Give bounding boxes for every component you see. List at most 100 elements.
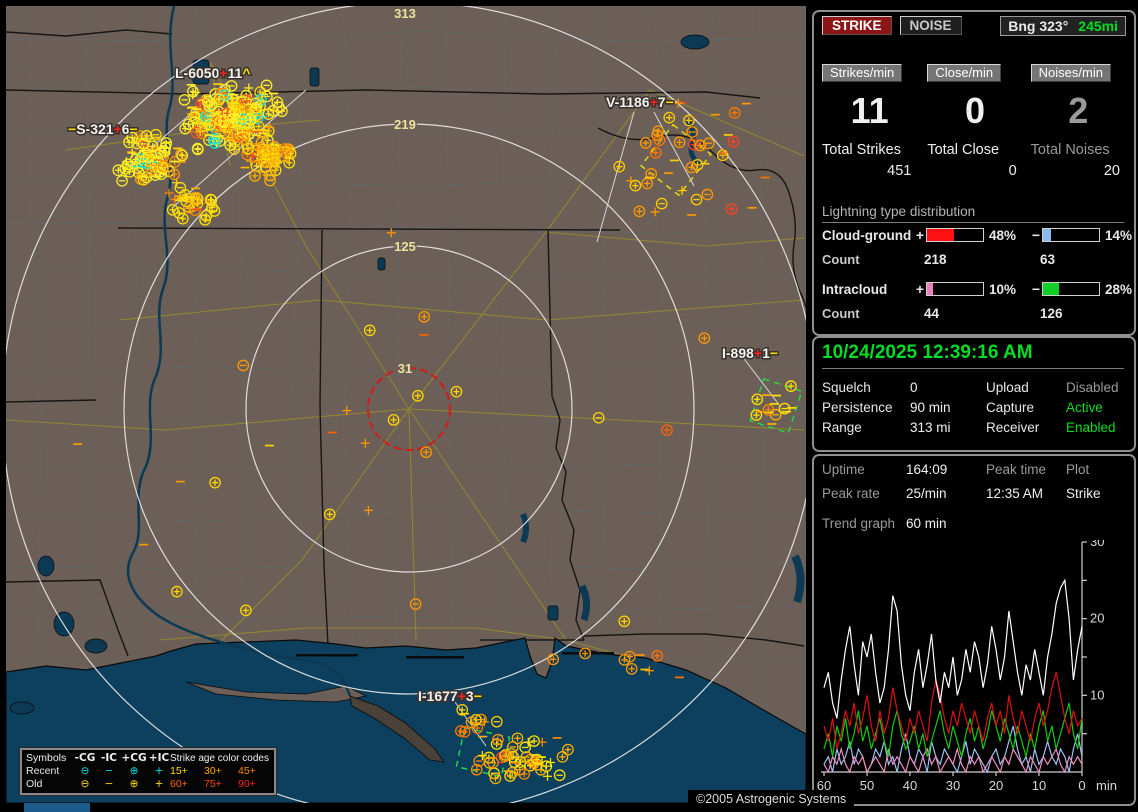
ic-neg-pct: 28% — [1105, 281, 1133, 297]
strike-stats-panel: STRIKE NOISE Bng 323° 245mi Strikes/min 11… — [812, 10, 1136, 336]
cg-pos-old-icon: ⊕ — [129, 778, 139, 790]
cloud-ground-row: Cloud-ground + 48% − 14% — [822, 227, 1132, 243]
total-strikes-value: 451 — [887, 163, 912, 179]
ic-pos-count: 44 — [924, 306, 940, 321]
bearing-readout: Bng 323° 245mi — [1000, 16, 1126, 36]
trend-graph: 60 50 40 30 20 10 0 min102030 — [817, 540, 1117, 793]
trend-graph-label: Trend graph — [822, 516, 896, 531]
legend-symbols-header: Symbols — [26, 752, 67, 764]
persistence-label: Persistence — [822, 400, 893, 415]
uptime-label: Uptime — [822, 462, 865, 477]
ic-neg-bar — [1042, 282, 1100, 296]
range-value: 313 mi — [910, 420, 951, 435]
bearing-label: Bng 323° — [1008, 18, 1069, 34]
svg-text:30: 30 — [946, 778, 960, 793]
total-close-label: Total Close — [927, 142, 1000, 158]
ic-pos-bar — [926, 282, 984, 296]
plus-sign: + — [915, 227, 925, 243]
receiver-label: Receiver — [986, 420, 1040, 435]
lightning-map[interactable]: 31 125 219 313 −S-321+6− L-6050+11^ V-1186+7−… — [6, 6, 806, 803]
strikes-per-min-value: 11 — [850, 90, 889, 131]
cg-pos-pct: 48% — [989, 227, 1017, 243]
plus-sign: + — [915, 281, 925, 297]
cg-pos-bar — [926, 228, 984, 242]
svg-text:50: 50 — [860, 778, 874, 793]
total-strikes-label: Total Strikes — [822, 142, 901, 158]
trend-row: Trend graph 60 min — [822, 516, 1128, 531]
svg-text:219: 219 — [394, 117, 416, 132]
squelch-label: Squelch — [822, 380, 871, 395]
upload-status: Disabled — [1066, 380, 1119, 395]
cloud-ground-label: Cloud-ground — [822, 227, 912, 243]
svg-text:0: 0 — [1078, 778, 1085, 793]
nexstorm-app: { "window": { "copyright": "©2005 Astrog… — [0, 0, 1138, 812]
distribution-heading: Lightning type distribution — [822, 204, 1124, 223]
close-per-min-button[interactable]: Close/min — [927, 64, 1002, 82]
legend-col-cg-pos: +CG — [121, 752, 147, 764]
total-close-value: 0 — [1008, 163, 1017, 179]
svg-text:10: 10 — [1090, 687, 1104, 702]
legend-col-ic-neg: -IC — [101, 752, 117, 764]
noises-per-min-button[interactable]: Noises/min — [1030, 64, 1111, 82]
ic-pos-recent-icon: + — [154, 765, 164, 777]
noises-column: Noises/min 2 Total Noises 20 — [1030, 64, 1126, 179]
range-label: Range — [822, 420, 862, 435]
map-canvas: 31 125 219 313 −S-321+6− L-6050+11^ V-1186+7−… — [6, 6, 806, 803]
noises-per-min-value: 2 — [1068, 90, 1089, 131]
count-label: Count — [822, 306, 860, 321]
settings-row: Squelch 0 Upload Disabled — [822, 380, 1128, 395]
peak-rate-label: Peak rate — [822, 486, 880, 501]
svg-text:20: 20 — [989, 778, 1003, 793]
plot-label: Plot — [1066, 462, 1090, 477]
bottom-status-strip — [24, 803, 90, 812]
legend-age-header: Strike age color codes — [170, 753, 269, 764]
svg-text:20: 20 — [1090, 611, 1104, 626]
cg-neg-bar — [1042, 228, 1100, 242]
strikes-per-min-button[interactable]: Strikes/min — [822, 64, 903, 82]
legend-col-cg-neg: -CG — [74, 752, 96, 764]
intracloud-count-row: Count 44 126 — [822, 306, 1128, 321]
close-column: Close/min 0 Total Close 0 — [927, 64, 1022, 179]
intracloud-label: Intracloud — [822, 281, 888, 297]
svg-text:10: 10 — [1032, 778, 1046, 793]
trend-graph-duration: 60 min — [906, 516, 947, 531]
count-label: Count — [822, 252, 860, 267]
svg-text:min: min — [1096, 778, 1117, 793]
cg-pos-recent-icon: ⊕ — [129, 765, 139, 777]
legend-col-ic-pos: +IC — [148, 752, 170, 764]
plot-value: Strike — [1066, 486, 1101, 501]
map-legend: Symbols -CG -IC +CG +IC Strike age color… — [19, 747, 277, 796]
copyright-text: ©2005 Astrogenic Systems — [688, 790, 855, 808]
capture-label: Capture — [986, 400, 1035, 415]
legend-recent-label: Recent — [26, 765, 60, 777]
settings-row: Persistence 90 min Capture Active — [822, 400, 1128, 415]
svg-text:−S-321+6−: −S-321+6− — [68, 121, 138, 137]
strike-mode-button[interactable]: STRIKE — [822, 16, 892, 35]
svg-text:125: 125 — [394, 239, 416, 254]
status-row: Uptime 164:09 Peak time Plot — [822, 462, 1128, 477]
svg-text:40: 40 — [903, 778, 917, 793]
noise-mode-button[interactable]: NOISE — [899, 16, 962, 35]
cg-neg-recent-icon: ⊖ — [80, 765, 90, 777]
age-90: 90+ — [238, 778, 256, 790]
age-75: 75+ — [204, 778, 222, 790]
age-45: 45+ — [238, 765, 256, 777]
datetime-display: 10/24/2025 12:39:16 AM — [822, 342, 1124, 369]
svg-text:30: 30 — [1090, 540, 1104, 549]
trend-panel: Uptime 164:09 Peak time Plot Peak rate 2… — [812, 454, 1136, 806]
peak-rate-value: 25/min — [906, 486, 947, 501]
ic-neg-old-icon: − — [104, 778, 114, 790]
cg-neg-count: 63 — [1040, 252, 1056, 267]
intracloud-row: Intracloud + 10% − 28% — [822, 281, 1132, 297]
svg-text:31: 31 — [398, 361, 412, 376]
settings-row: Range 313 mi Receiver Enabled — [822, 420, 1128, 435]
svg-text:313: 313 — [394, 6, 416, 21]
peak-time-label: Peak time — [986, 462, 1047, 477]
svg-text:L-6050+11^: L-6050+11^ — [175, 65, 251, 81]
minus-sign: − — [1031, 281, 1041, 297]
ic-pos-old-icon: + — [154, 778, 164, 790]
bearing-range: 245mi — [1078, 18, 1118, 34]
capture-status: Active — [1066, 400, 1103, 415]
strikes-column: Strikes/min 11 Total Strikes 451 — [822, 64, 917, 179]
total-noises-value: 20 — [1103, 163, 1120, 179]
